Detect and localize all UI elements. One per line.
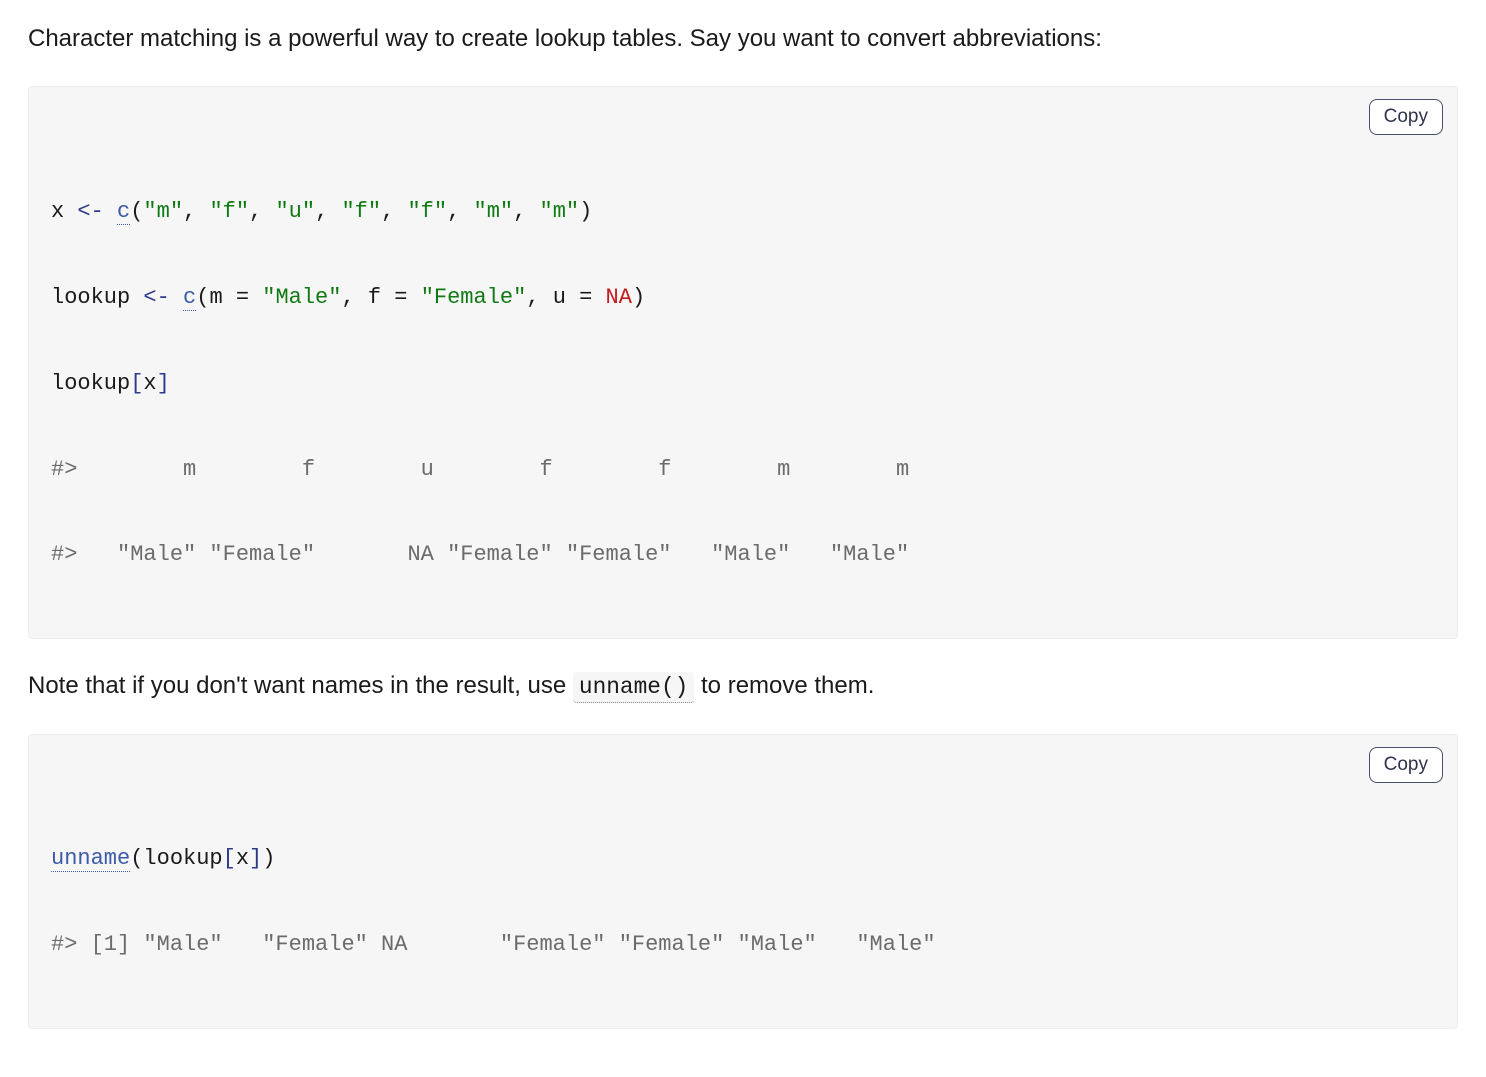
code-token-str: "f" <box>407 199 447 224</box>
code-token-comma: , <box>513 199 539 224</box>
code-token-var: x <box>236 846 249 871</box>
code-token-comma: , <box>341 285 367 310</box>
code-token-str: "f" <box>209 199 249 224</box>
code-token-paren: ( <box>130 846 143 871</box>
code-token-fn: unname <box>51 846 130 872</box>
code-block-2: Copy unname(lookup[x]) #> [1] "Male" "Fe… <box>28 734 1458 1029</box>
code-token-str: "u" <box>275 199 315 224</box>
code-token-comma: , <box>315 199 341 224</box>
code-token-fn: c <box>117 199 130 225</box>
code-token-paren: ) <box>262 846 275 871</box>
code-token-var: lookup <box>51 371 130 396</box>
code-token-fn: c <box>183 285 196 311</box>
code-token-paren: ( <box>196 285 209 310</box>
code-token-str: "Male" <box>262 285 341 310</box>
code-token-id: f = <box>368 285 421 310</box>
code-line: lookup <- c(m = "Male", f = "Female", u … <box>51 277 1435 320</box>
code-token-comma: , <box>249 199 275 224</box>
code-token-var: x <box>143 371 156 396</box>
code-token-var: x <box>51 199 64 224</box>
copy-button[interactable]: Copy <box>1369 747 1443 783</box>
note-text: Note that if you don't want names in the… <box>28 672 573 699</box>
code-token-str: "Female" <box>421 285 527 310</box>
note-text: to remove them. <box>694 672 874 699</box>
code-line: lookup[x] <box>51 363 1435 406</box>
code-token-comma: , <box>526 285 552 310</box>
code-token-na: NA <box>606 285 632 310</box>
code-output-line: #> m f u f f m m <box>51 449 1435 492</box>
code-token-str: "m" <box>143 199 183 224</box>
code-token-bracket: [ <box>130 371 143 396</box>
code-block-1: Copy x <- c("m", "f", "u", "f", "f", "m"… <box>28 86 1458 639</box>
intro-paragraph: Character matching is a powerful way to … <box>28 20 1458 58</box>
code-token-var: lookup <box>143 846 222 871</box>
code-output-line: #> "Male" "Female" NA "Female" "Female" … <box>51 534 1435 577</box>
code-token-bracket: [ <box>223 846 236 871</box>
code-token-arrow: <- <box>64 199 117 224</box>
code-token-str: "f" <box>341 199 381 224</box>
code-token-bracket: ] <box>157 371 170 396</box>
code-token-paren: ) <box>579 199 592 224</box>
code-token-var: lookup <box>51 285 130 310</box>
code-output-line: #> [1] "Male" "Female" NA "Female" "Fema… <box>51 924 1435 967</box>
note-paragraph: Note that if you don't want names in the… <box>28 667 1458 705</box>
code-token-paren: ) <box>632 285 645 310</box>
code-token-comma: , <box>381 199 407 224</box>
code-line: x <- c("m", "f", "u", "f", "f", "m", "m"… <box>51 191 1435 234</box>
code-token-bracket: ] <box>249 846 262 871</box>
copy-button[interactable]: Copy <box>1369 99 1443 135</box>
code-token-arrow: <- <box>130 285 183 310</box>
code-line: unname(lookup[x]) <box>51 838 1435 881</box>
code-token-str: "m" <box>474 199 514 224</box>
code-token-paren: ( <box>130 199 143 224</box>
code-token-id: m = <box>209 285 262 310</box>
inline-code-unname: unname() <box>573 672 694 703</box>
code-token-comma: , <box>183 199 209 224</box>
code-token-comma: , <box>447 199 473 224</box>
code-token-str: "m" <box>540 199 580 224</box>
code-token-id: u = <box>553 285 606 310</box>
